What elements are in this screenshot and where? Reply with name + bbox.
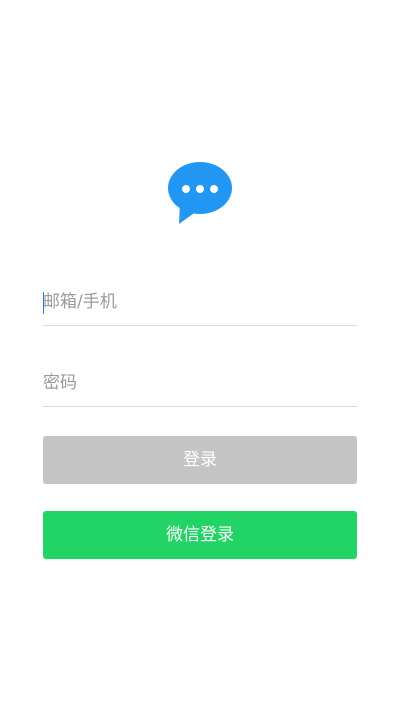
password-field xyxy=(43,359,357,407)
account-input[interactable] xyxy=(43,278,357,325)
password-input[interactable] xyxy=(43,359,357,406)
wechat-login-button[interactable]: 微信登录 xyxy=(43,511,357,559)
chat-bubble-icon xyxy=(167,160,233,226)
login-button[interactable]: 登录 xyxy=(43,436,357,484)
text-cursor xyxy=(43,292,44,314)
account-field xyxy=(43,278,357,326)
